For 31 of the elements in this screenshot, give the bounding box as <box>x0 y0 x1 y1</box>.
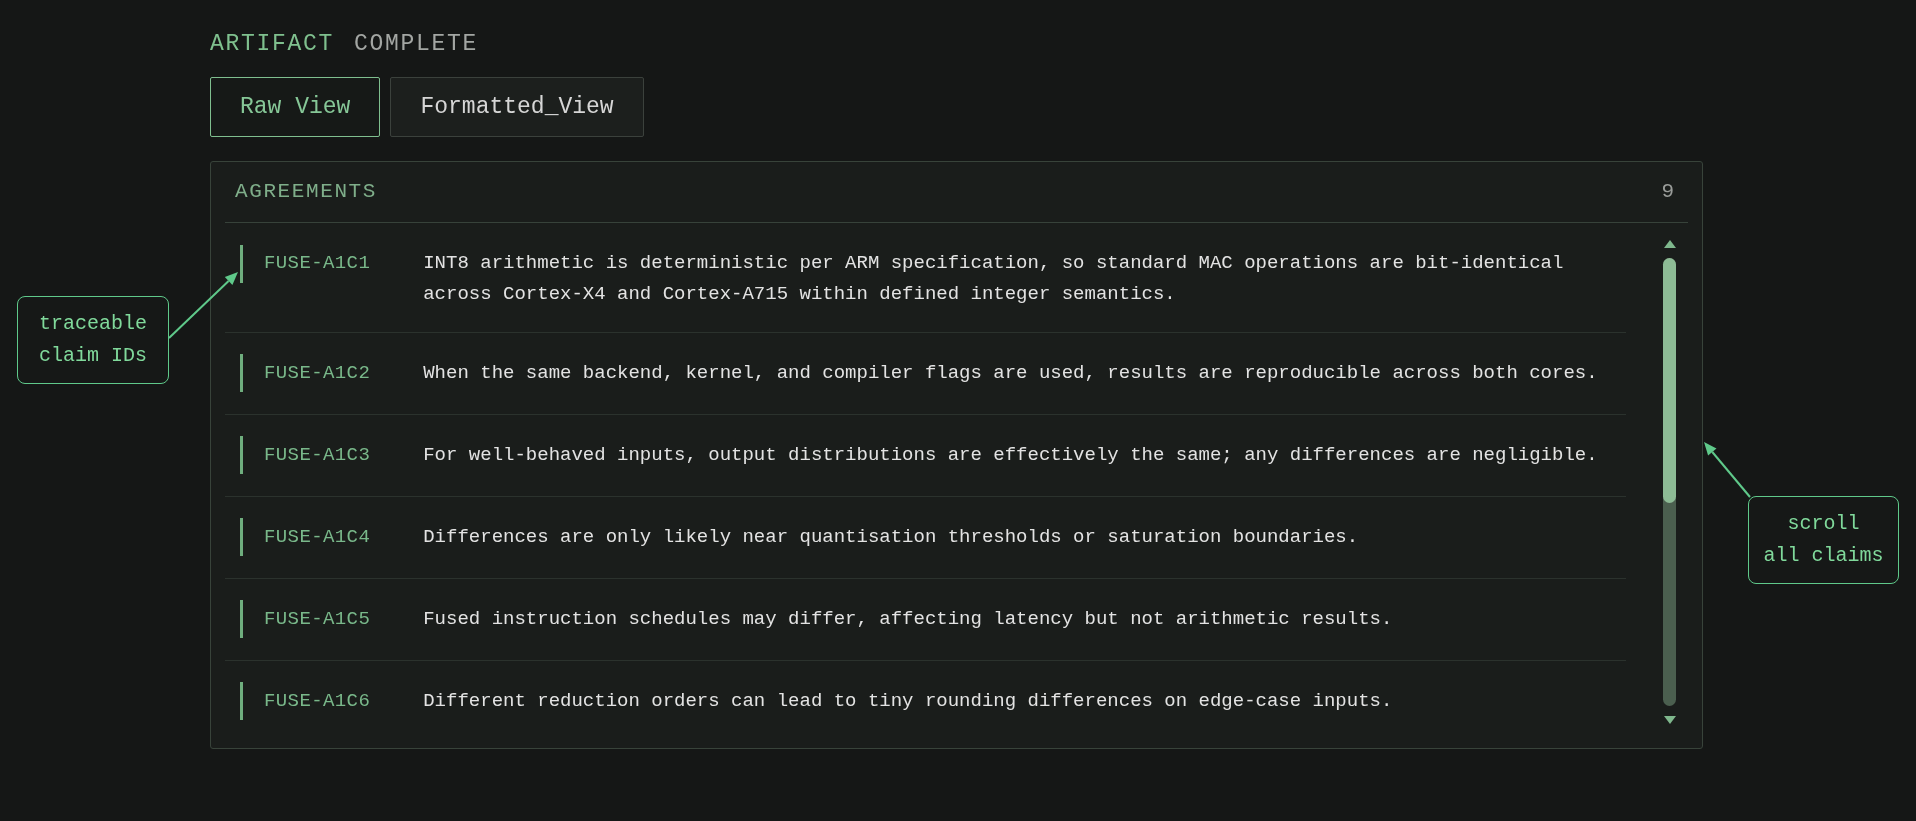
section-title: ARTIFACT <box>210 30 335 58</box>
callout-note: traceable claim IDs <box>17 296 169 384</box>
panel-title: AGREEMENTS <box>235 179 378 205</box>
claim-id: FUSE-A1C6 <box>264 688 371 714</box>
claim-text: INT8 arithmetic is deterministic per ARM specification, so standard MAC operations are bit-identical across Cortex-X4 and Cortex-A715 within defined integer semantics. <box>423 251 1565 307</box>
claim-text: Different reduction orders can lead to tiny rounding differences on edge-case inputs. <box>423 688 1393 714</box>
accent-bar <box>240 436 243 474</box>
scrollbar-thumb[interactable] <box>1663 258 1676 503</box>
claim-text: For well-behaved inputs, output distributions are effectively the same; any differences are negligible. <box>423 442 1598 468</box>
claim-id: FUSE-A1C5 <box>264 606 371 632</box>
leader-arrow <box>168 272 238 339</box>
claim-id: FUSE-A1C4 <box>264 524 371 550</box>
count-label: 9 <box>1661 179 1674 205</box>
claim-text: Differences are only likely near quantisation thresholds or saturation boundaries. <box>423 524 1359 550</box>
accent-bar <box>240 244 243 283</box>
accent-bar <box>240 518 243 556</box>
claim-id: FUSE-A1C3 <box>264 442 371 468</box>
leader-arrow <box>1704 442 1751 498</box>
claim-text: Fused instruction schedules may differ, affecting latency but not arithmetic results. <box>423 606 1393 632</box>
scroll-up-icon[interactable] <box>1663 240 1676 248</box>
claim-id: FUSE-A1C1 <box>264 251 371 276</box>
accent-bar <box>240 600 243 638</box>
claim-id: FUSE-A1C2 <box>264 360 371 386</box>
accent-bar <box>240 354 243 392</box>
scroll-down-icon[interactable] <box>1663 716 1676 724</box>
status-text: COMPLETE <box>354 30 479 58</box>
callout-note: scroll all claims <box>1748 496 1899 584</box>
tab[interactable]: Raw View <box>210 77 381 137</box>
claim-text: When the same backend, kernel, and compiler flags are used, results are reproducible across both cores. <box>423 360 1598 386</box>
accent-bar <box>240 682 243 720</box>
tab[interactable]: Formatted_View <box>390 77 644 137</box>
